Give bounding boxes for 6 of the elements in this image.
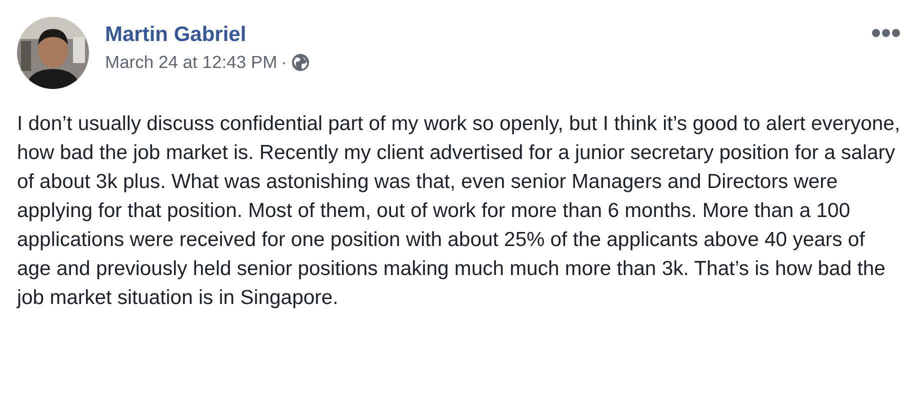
author-name[interactable]: Martin Gabriel (105, 23, 310, 47)
more-options-icon[interactable] (871, 28, 901, 38)
globe-icon[interactable] (291, 52, 310, 72)
post-timestamp[interactable]: March 24 at 12:43 PM (105, 51, 278, 73)
post-text: I don’t usually discuss confidential part of my work so openly, but I think it’s good to alert everyone, how bad the job market is. Recently my client advertised for a junior secretary position for a salary of about 3k plus. What was astonishing was that, even senior Managers and Directors were applying for that position. Most of them, out of work for more than 6 months. More than a 100 applications were received for one position with about 25% of the applicants above 40 years of age and previously held senior positions making much much more than 3k. That’s is how bad the job market situation is in Singapore. (17, 112, 902, 311)
separator: · (281, 51, 287, 73)
